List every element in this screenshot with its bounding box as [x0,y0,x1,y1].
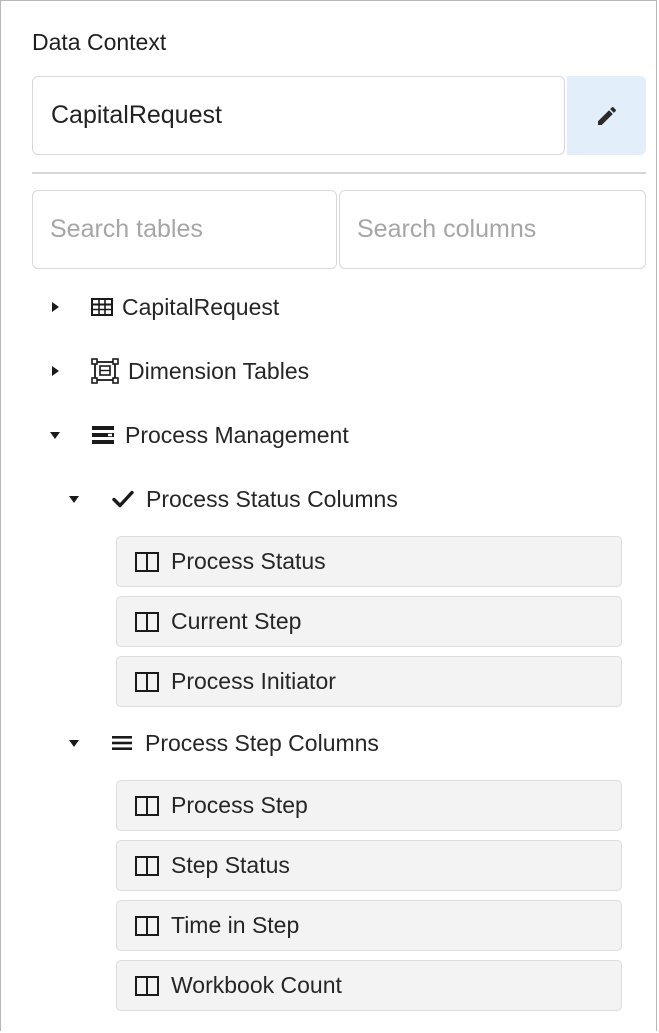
tree-node-label: Process Management [125,421,349,448]
tree-node-label: Process Step Columns [145,729,379,756]
tree-node-capital-request[interactable]: CapitalRequest [45,287,279,327]
data-context-field[interactable]: CapitalRequest [32,76,565,155]
column-item-process-step[interactable]: Process Step [116,780,622,831]
expand-chevron-down-icon[interactable] [64,495,84,503]
expand-chevron-right-icon[interactable] [45,302,65,312]
column-icon [135,915,159,936]
table-grid-icon [91,298,113,316]
data-context-label: Data Context [32,29,167,55]
tree-node-label: CapitalRequest [122,293,280,320]
search-tables-input[interactable] [32,190,337,269]
tree-node-process-step-columns[interactable]: Process Step Columns [64,723,379,763]
column-icon [135,795,159,816]
edit-data-context-button[interactable] [567,76,646,155]
column-icon [135,855,159,876]
expand-chevron-down-icon[interactable] [64,739,84,747]
column-label: Step Status [171,852,290,878]
expand-chevron-down-icon[interactable] [45,431,65,439]
column-item-current-step[interactable]: Current Step [116,596,622,647]
column-item-process-initiator[interactable]: Process Initiator [116,656,622,707]
column-icon [135,611,159,632]
hamburger-icon [112,734,132,752]
column-label: Process Status [171,548,326,574]
tree-node-label: Dimension Tables [128,357,310,384]
column-icon [135,551,159,572]
dimension-tables-icon [91,358,119,384]
column-label: Process Step [171,792,308,818]
column-label: Process Initiator [171,668,336,694]
list-stack-icon [91,425,115,445]
column-icon [135,975,159,996]
expand-chevron-right-icon[interactable] [45,366,65,376]
column-label: Time in Step [171,912,300,938]
pencil-icon [595,104,619,128]
column-item-workbook-count[interactable]: Workbook Count [116,960,622,1011]
divider [32,172,646,174]
column-item-time-in-step[interactable]: Time in Step [116,900,622,951]
tree-node-label: Process Status Columns [146,485,398,512]
column-item-step-status[interactable]: Step Status [116,840,622,891]
column-icon [135,671,159,692]
column-label: Current Step [171,608,302,634]
data-context-value: CapitalRequest [51,101,222,129]
column-item-process-status[interactable]: Process Status [116,536,622,587]
column-label: Workbook Count [171,972,342,998]
tree-node-process-management[interactable]: Process Management [45,415,349,455]
data-context-panel: Data Context CapitalRequest CapitalReque… [0,0,657,1031]
checkmark-icon [112,490,134,508]
tree-node-process-status-columns[interactable]: Process Status Columns [64,479,398,519]
search-columns-input[interactable] [339,190,646,269]
tree-node-dimension-tables[interactable]: Dimension Tables [45,351,309,391]
